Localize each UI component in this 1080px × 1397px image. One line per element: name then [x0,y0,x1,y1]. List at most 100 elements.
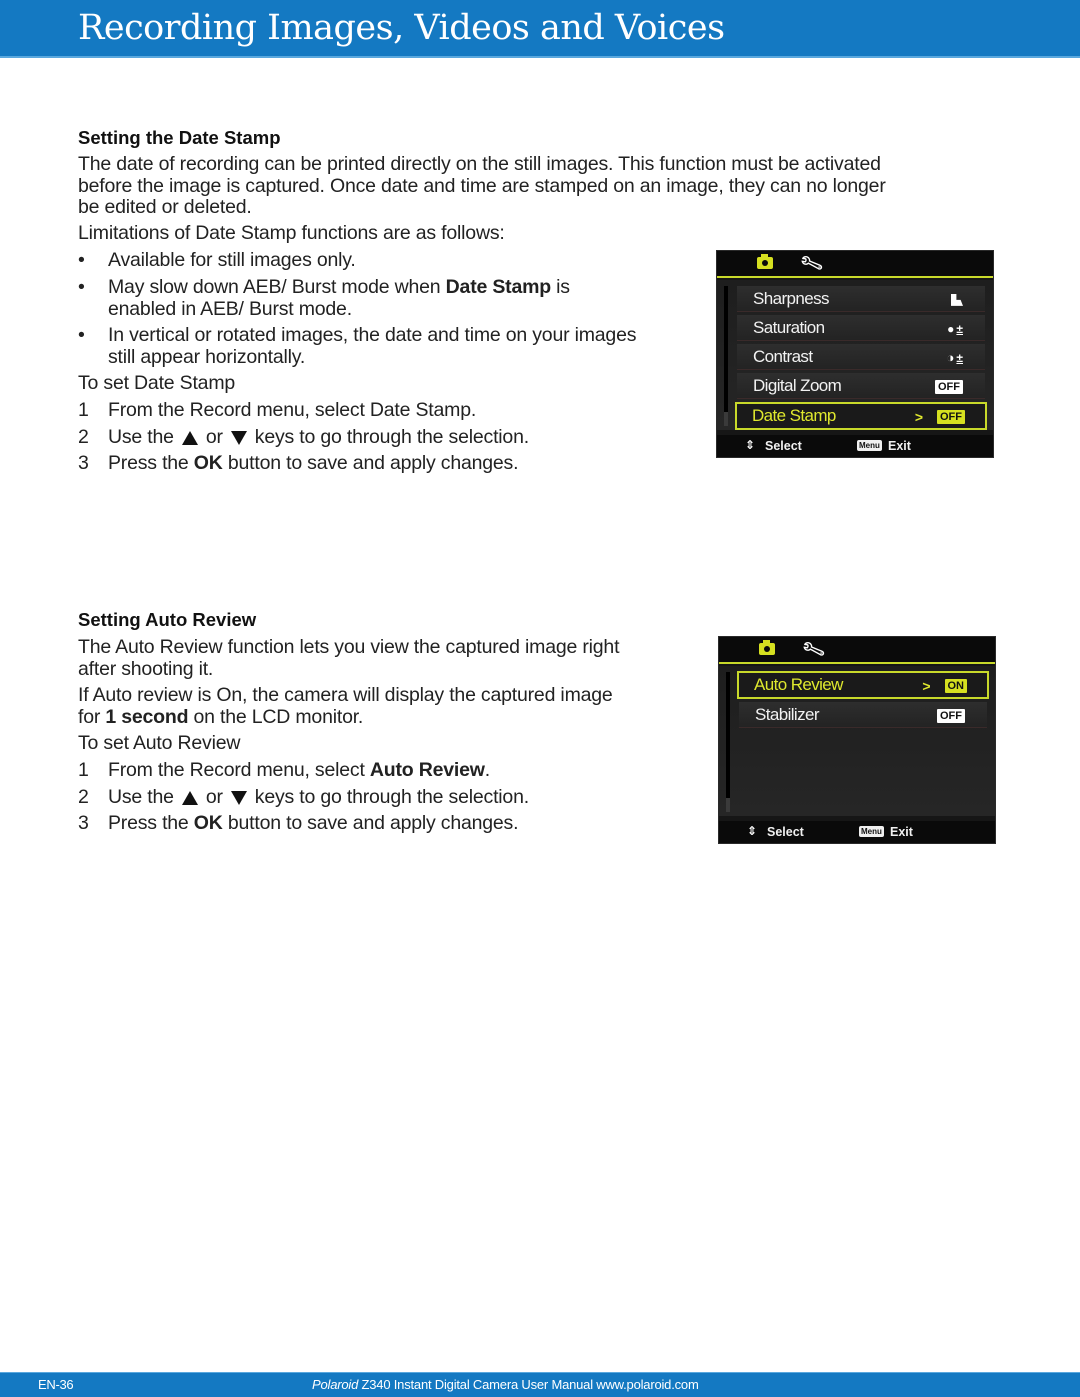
menu-item-auto-review[interactable]: Auto Review > ON [737,671,989,699]
auto-review-info: If Auto review is On, the camera will di… [78,684,613,729]
bullet-text: May slow down AEB/ Burst mode when Date … [108,276,570,299]
section-heading-date-stamp: Setting the Date Stamp [78,127,281,148]
intro-line: before the image is captured. Once date … [78,174,886,197]
off-badge: OFF [935,379,963,394]
menu-item-label: Sharpness [753,289,829,308]
menu-item-value: > OFF [915,408,965,425]
brand-name: Polaroid [312,1377,359,1392]
scrollbar[interactable] [724,286,728,426]
scrollbar[interactable] [726,672,730,812]
menu-item-digital-zoom[interactable]: Digital Zoom OFF [737,373,985,399]
step-text: or [205,426,223,448]
menu-item-label: Digital Zoom [753,376,842,395]
info-text: on the LCD monitor. [188,705,364,728]
bullet-text-part: May slow down AEB/ Burst mode when [108,276,446,298]
menu-item-saturation[interactable]: Saturation ● ± [737,315,985,341]
step-number: 3 [78,452,89,474]
step-item: 2 Use the or keys to go through the select… [78,786,529,809]
camera-menu-tabs: 🔧︎ [717,251,993,278]
intro-line: The date of recording can be printed dir… [78,153,881,175]
intro-line: The Auto Review function lets you view t… [78,636,620,658]
step-number: 1 [78,399,89,421]
step-number: 2 [78,426,89,448]
step-text: . [484,759,490,781]
bullet-item: • In vertical or rotated images, the dat… [78,324,637,368]
info-line: for 1 second on the LCD monitor. [78,705,613,729]
step-bold-term: Auto Review [369,759,485,781]
step-text: keys to go through the selection. [254,786,529,808]
menu-item-label: Saturation [753,318,825,337]
menu-item-value: ● ± [947,320,963,336]
plus-minus-icon: ± [956,350,963,365]
step-text: button to save and apply changes. [222,812,519,834]
to-set-auto-review: To set Auto Review [78,732,241,754]
step-text: keys to go through the selection. [254,426,529,448]
up-down-arrows-icon: ⇕ [745,438,756,452]
step-item: 2 Use the or keys to go through the select… [78,426,529,449]
step-text: Press the [108,452,194,474]
bullet-item: • May slow down AEB/ Burst mode when Dat… [78,276,570,320]
camera-icon[interactable] [759,640,775,655]
camera-menu-screen-date-stamp: 🔧︎ Sharpness Saturation ● ± Contrast ◑ ± D… [716,250,994,458]
down-arrow-icon [230,430,247,445]
menu-item-value: OFF [935,378,963,394]
step-text: From the Record menu, select Date Stamp. [108,399,477,421]
menu-item-value: OFF [937,707,965,723]
menu-item-date-stamp[interactable]: Date Stamp > OFF [735,402,987,430]
camera-icon[interactable] [757,254,773,269]
menu-item-sharpness[interactable]: Sharpness [737,286,985,312]
menu-item-stabilizer[interactable]: Stabilizer OFF [739,702,987,728]
section-heading-auto-review: Setting Auto Review [78,609,257,630]
select-hint: Select [765,439,802,453]
step-text: Use the [108,426,174,448]
menu-item-label: Auto Review [754,675,843,694]
wrench-icon[interactable]: 🔧︎ [800,637,827,663]
date-stamp-intro: The date of recording can be printed dir… [78,153,886,219]
page-footer: EN-36 Polaroid Z340 Instant Digital Came… [0,1372,1080,1397]
up-down-arrows-icon: ⇕ [747,824,758,838]
bullet-text: Available for still images only. [108,249,356,271]
scrollbar-thumb[interactable] [724,412,728,426]
menu-item-value: ◑ ± [947,349,963,365]
bullet-bold-term: Date Stamp [445,276,551,298]
down-arrow-icon [230,790,247,805]
up-arrow-icon [181,430,198,445]
bullet-dot: • [78,276,85,298]
step-text: From the Record menu, select [108,759,370,781]
camera-menu-tabs: 🔧︎ [719,637,995,664]
menu-item-label: Date Stamp [752,406,836,425]
page-number: EN-36 [38,1377,74,1392]
bullet-dot: • [78,249,85,271]
exit-hint: Exit [888,439,911,453]
scrollbar-thumb[interactable] [726,798,730,812]
step-item: 3 Press the OK button to save and apply … [78,452,519,475]
contrast-icon: ◑ [946,349,955,365]
menu-button-icon: Menu [857,440,882,451]
step-number: 3 [78,812,89,834]
step-text: button to save and apply changes. [222,452,519,474]
step-item: 1 From the Record menu, select Date Stam… [78,399,477,422]
page-title: Recording Images, Videos and Voices [78,8,725,48]
menu-item-value: > ON [922,677,967,694]
menu-item-contrast[interactable]: Contrast ◑ ± [737,344,985,370]
step-number: 2 [78,786,89,808]
bullet-text: still appear horizontally. [108,345,306,368]
bullet-text: In vertical or rotated images, the date … [108,324,637,346]
page-header: Recording Images, Videos and Voices [0,0,1080,58]
step-item: 3 Press the OK button to save and apply … [78,812,519,835]
on-badge: ON [944,678,967,693]
step-item: 1 From the Record menu, select Auto Revi… [78,759,490,782]
off-badge: OFF [937,708,965,723]
ok-button-label: OK [193,452,223,474]
step-number: 1 [78,759,89,781]
info-text: for [78,705,106,728]
wrench-icon[interactable]: 🔧︎ [798,251,825,277]
exit-hint: Exit [890,825,913,839]
saturation-icon: ● [947,321,955,336]
ok-button-label: OK [193,812,223,834]
intro-line: be edited or deleted. [78,196,252,218]
to-set-date-stamp: To set Date Stamp [78,372,236,394]
limitations-intro: Limitations of Date Stamp functions are … [78,222,505,244]
info-bold-term: 1 second [105,705,189,728]
footer-description: Z340 Instant Digital Camera User Manual … [358,1377,699,1392]
